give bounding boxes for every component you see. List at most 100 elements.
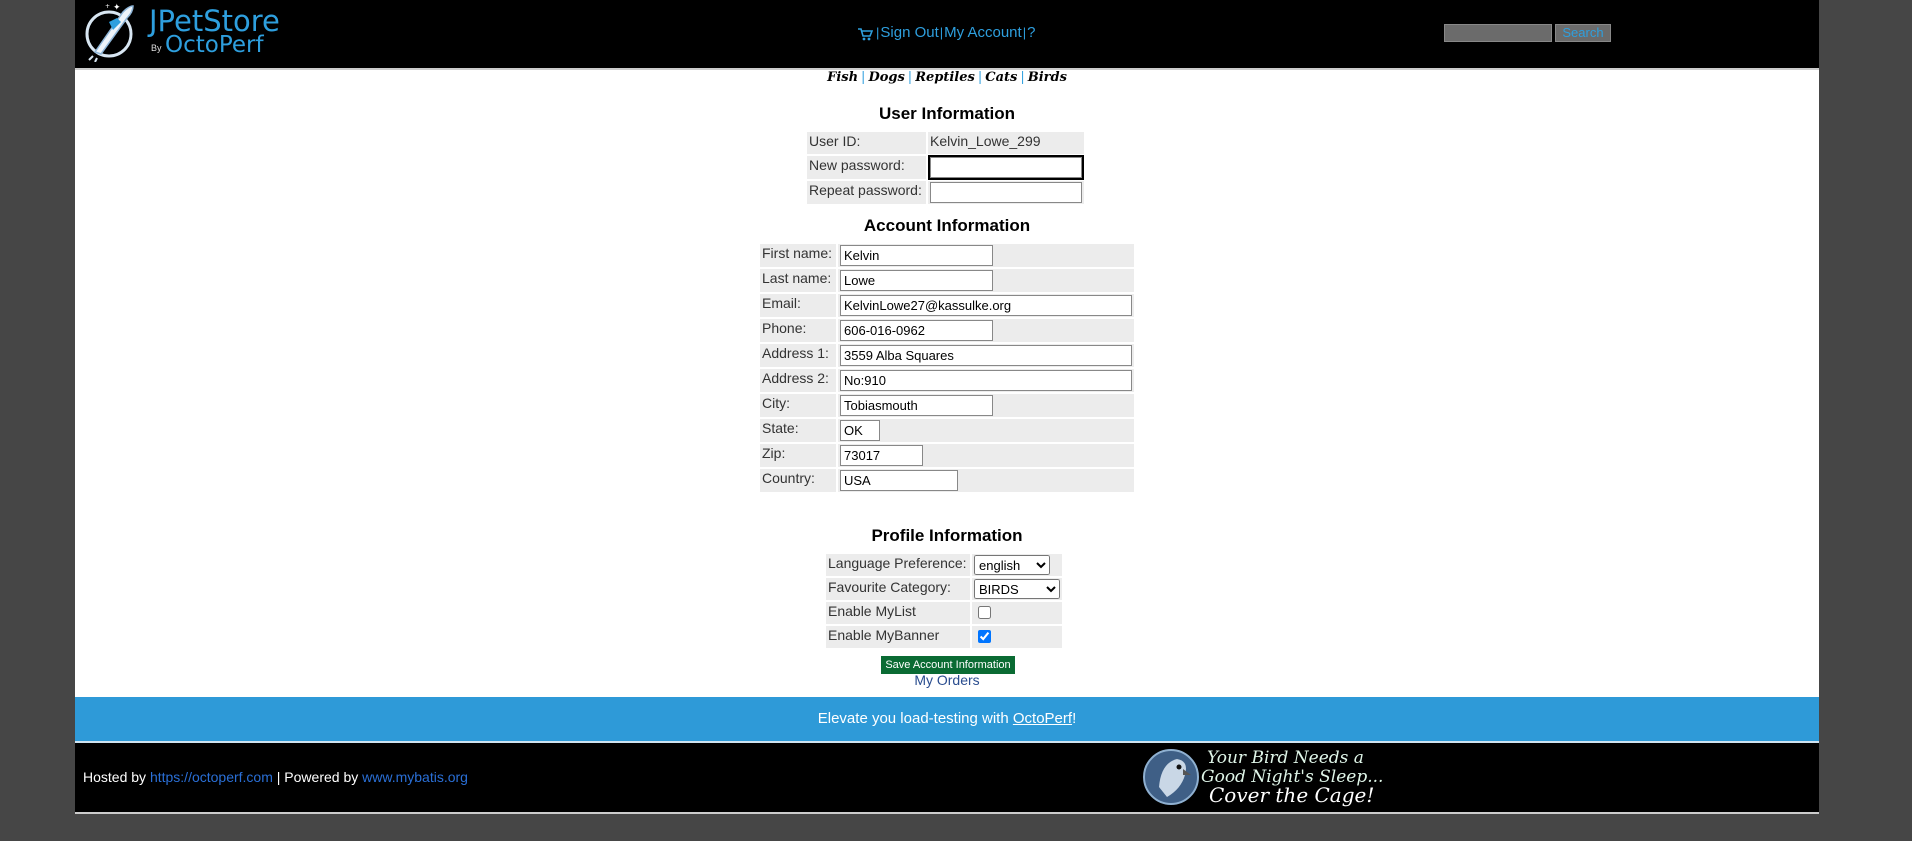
email-field[interactable] — [840, 295, 1132, 316]
table-row: Repeat password: — [807, 181, 1084, 204]
svg-text:+: + — [105, 3, 110, 10]
header-menu: |Sign Out|My Account|? — [857, 24, 1035, 45]
account-info-title: Account Information — [863, 216, 1031, 235]
category-link-fish[interactable]: Fish — [827, 70, 858, 85]
table-row: Favourite Category: BIRDS — [826, 578, 1062, 600]
banner-text-end: ! — [1072, 710, 1077, 727]
category-link-cats[interactable]: Cats — [985, 70, 1017, 85]
category-separator: | — [1020, 70, 1025, 85]
user-info-table: User ID: Kelvin_Lowe_299 New password: R… — [805, 130, 1086, 206]
address1-field[interactable] — [840, 345, 1132, 366]
brand-secondary: OctoPerf — [165, 32, 264, 58]
mylist-checkbox[interactable] — [978, 606, 991, 619]
first-name-field[interactable] — [840, 245, 993, 266]
table-row: Last name: — [760, 269, 1134, 292]
country-label: Country: — [760, 469, 836, 492]
my-orders-link[interactable]: My Orders — [75, 672, 1819, 688]
phone-field[interactable] — [840, 320, 993, 341]
table-row: User ID: Kelvin_Lowe_299 — [807, 132, 1084, 154]
table-row: Enable MyList — [826, 602, 1062, 624]
profile-info-title: Profile Information — [871, 526, 1023, 545]
user-id-value: Kelvin_Lowe_299 — [928, 132, 1084, 154]
account-info-table: First name: Last name: Email: Phone: Add… — [758, 242, 1136, 494]
mybanner-label: Enable MyBanner — [826, 626, 970, 648]
page: ✦ + JPetStore By OctoPerf |Sign Out|My A… — [75, 0, 1819, 814]
table-row: Country: — [760, 469, 1134, 492]
mybanner-checkbox[interactable] — [978, 630, 991, 643]
language-select[interactable]: english — [974, 555, 1050, 575]
footer-credits: Hosted by https://octoperf.com | Powered… — [83, 769, 468, 785]
repeat-password-label: Repeat password: — [807, 181, 926, 204]
category-separator: | — [861, 70, 866, 85]
table-row: New password: — [807, 155, 1084, 180]
profile-info-table: Language Preference: english Favourite C… — [824, 552, 1064, 650]
zip-label: Zip: — [760, 444, 836, 467]
category-link-dogs[interactable]: Dogs — [868, 70, 904, 85]
octoperf-link[interactable]: OctoPerf — [1013, 710, 1072, 727]
footer: Hosted by https://octoperf.com | Powered… — [75, 743, 1819, 812]
address2-field[interactable] — [840, 370, 1132, 391]
table-row: Address 1: — [760, 344, 1134, 367]
ad-line-1: Your Bird Needs a — [1207, 748, 1364, 768]
address1-label: Address 1: — [760, 344, 836, 367]
state-label: State: — [760, 419, 836, 442]
octoperf-url-link[interactable]: https://octoperf.com — [150, 769, 273, 785]
ad-line-3: Cover the Cage! — [1209, 783, 1374, 807]
category-label: Favourite Category: — [826, 578, 970, 600]
mybatis-link[interactable]: www.mybatis.org — [362, 769, 468, 785]
cart-icon[interactable] — [857, 27, 874, 45]
menu-separator: | — [876, 25, 880, 40]
header: ✦ + JPetStore By OctoPerf |Sign Out|My A… — [75, 0, 1819, 70]
search-button[interactable]: Search — [1555, 24, 1611, 42]
hosted-by-label: Hosted by — [83, 769, 150, 785]
phone-label: Phone: — [760, 319, 836, 342]
powered-by-label: | Powered by — [272, 769, 363, 785]
sign-out-link[interactable]: Sign Out — [880, 24, 938, 41]
category-separator: | — [977, 70, 983, 85]
promo-banner: Elevate you load-testing with OctoPerf! — [75, 697, 1819, 743]
zip-field[interactable] — [840, 445, 923, 466]
search-form: Search — [1444, 24, 1611, 42]
last-name-field[interactable] — [840, 270, 993, 291]
new-password-field[interactable] — [928, 155, 1084, 180]
category-link-reptiles[interactable]: Reptiles — [915, 70, 975, 85]
help-link[interactable]: ? — [1027, 24, 1035, 41]
table-row: Zip: — [760, 444, 1134, 467]
city-field[interactable] — [840, 395, 993, 416]
mylist-label: Enable MyList — [826, 602, 970, 624]
table-row: Address 2: — [760, 369, 1134, 392]
city-label: City: — [760, 394, 836, 417]
brand-by: By — [151, 43, 162, 53]
address2-label: Address 2: — [760, 369, 836, 392]
favourite-category-select[interactable]: BIRDS — [974, 579, 1060, 599]
repeat-password-field[interactable] — [930, 182, 1082, 203]
first-name-label: First name: — [760, 244, 836, 267]
logo[interactable]: ✦ + JPetStore By OctoPerf — [83, 2, 283, 62]
country-field[interactable] — [840, 470, 958, 491]
user-id-label: User ID: — [807, 132, 926, 154]
category-link-birds[interactable]: Birds — [1028, 70, 1067, 85]
menu-separator: | — [939, 25, 944, 40]
email-label: Email: — [760, 294, 836, 317]
bird-banner-ad[interactable]: Your Bird Needs a Good Night's Sleep... … — [1141, 745, 1411, 807]
rocket-logo-icon: ✦ + — [85, 3, 134, 62]
last-name-label: Last name: — [760, 269, 836, 292]
banner-text: Elevate you load-testing with — [817, 710, 1013, 727]
svg-text:✦: ✦ — [113, 3, 121, 13]
table-row: City: — [760, 394, 1134, 417]
category-separator: | — [907, 70, 913, 85]
table-row: State: — [760, 419, 1134, 442]
category-links: Fish | Dogs | Reptiles | Cats | Birds — [75, 70, 1819, 85]
state-field[interactable] — [840, 420, 880, 441]
table-row: Enable MyBanner — [826, 626, 1062, 648]
new-password-label: New password: — [807, 156, 926, 179]
my-account-link[interactable]: My Account — [944, 24, 1022, 41]
search-input[interactable] — [1444, 24, 1552, 42]
table-row: First name: — [760, 244, 1134, 267]
user-info-title: User Information — [878, 104, 1016, 123]
menu-separator: | — [1022, 25, 1027, 40]
table-row: Language Preference: english — [826, 554, 1062, 576]
table-row: Email: — [760, 294, 1134, 317]
language-label: Language Preference: — [826, 554, 970, 576]
table-row: Phone: — [760, 319, 1134, 342]
